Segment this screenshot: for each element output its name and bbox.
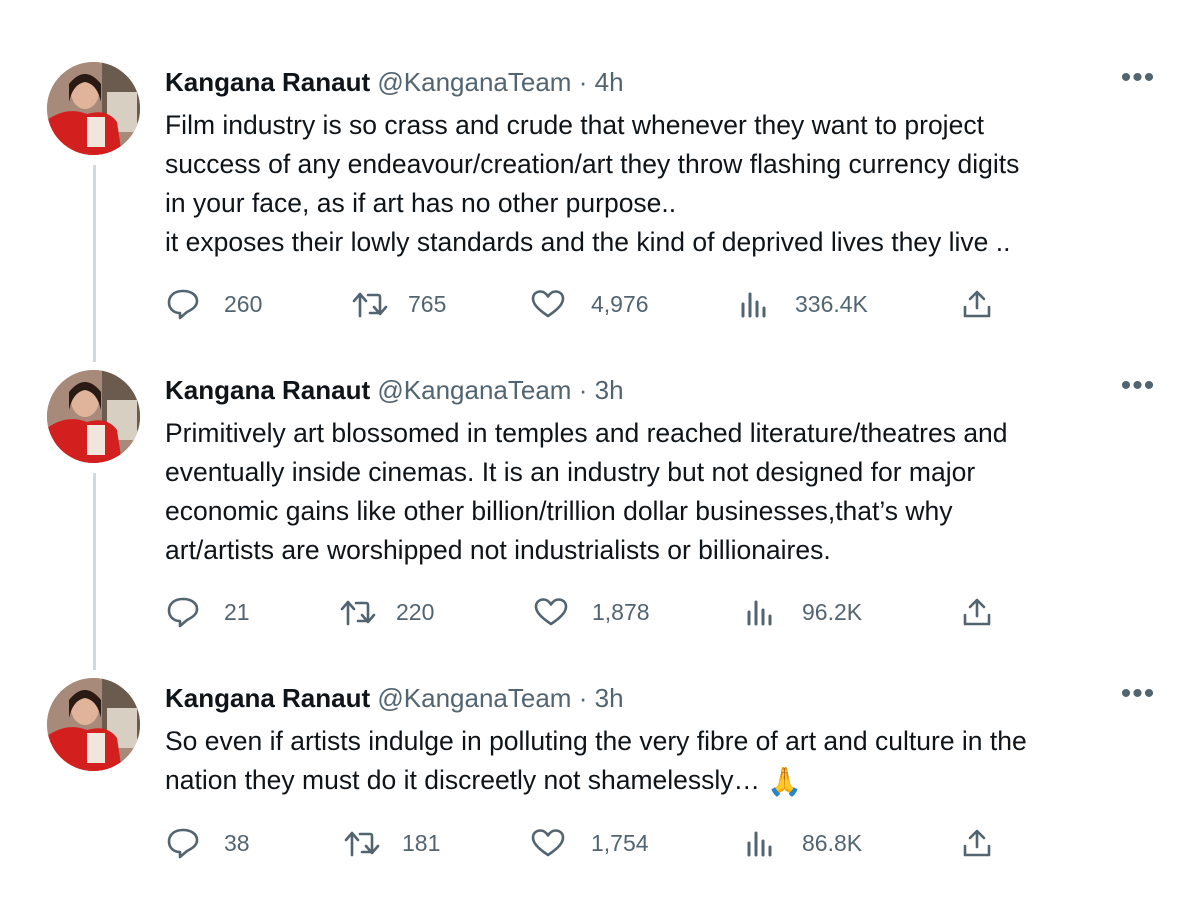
retweet-count: 220 — [396, 598, 435, 625]
retweet-icon — [344, 831, 380, 857]
more-options-icon[interactable]: ••• — [1118, 63, 1158, 94]
tweet-text-line-content: nation they must do it discreetly not sh… — [165, 765, 761, 795]
timestamp[interactable]: 3h — [595, 375, 624, 405]
thread-connector — [93, 165, 96, 362]
reply-count: 21 — [224, 598, 250, 625]
reply-icon — [167, 828, 199, 859]
tweet-text-line: success of any endeavour/creation/art th… — [165, 149, 1020, 179]
tweet-header: Kangana Ranaut @KanganaTeam · 4h — [165, 66, 624, 98]
action-bar: 38 181 1,754 86.8K — [0, 823, 1200, 863]
tweet-text-line: Film industry is so crass and crude that… — [165, 110, 984, 140]
share-icon — [963, 829, 991, 857]
share-button[interactable] — [962, 592, 992, 632]
tweet-text-line: Primitively art blossomed in temples and… — [165, 418, 1008, 448]
avatar-image — [47, 678, 140, 771]
share-button[interactable] — [962, 823, 992, 863]
author-handle[interactable]: @KanganaTeam — [377, 67, 571, 97]
reply-count: 38 — [224, 829, 250, 856]
views-button[interactable]: 336.4K — [740, 284, 868, 324]
tweet-text-line: in your face, as if art has no other pur… — [165, 188, 677, 218]
like-count: 1,754 — [591, 829, 649, 856]
share-icon — [963, 598, 991, 626]
author-handle[interactable]: @KanganaTeam — [377, 375, 571, 405]
share-icon — [963, 290, 991, 318]
avatar[interactable] — [47, 62, 140, 155]
views-bar-chart-icon — [747, 831, 772, 857]
tweet-header: Kangana Ranaut @KanganaTeam · 3h — [165, 374, 624, 406]
heart-icon — [531, 829, 565, 857]
share-button[interactable] — [962, 284, 992, 324]
action-bar: 260 765 4,976 336.4K — [0, 284, 1200, 324]
reply-button[interactable]: 38 — [166, 823, 250, 863]
retweet-icon — [340, 600, 376, 626]
reply-count: 260 — [224, 290, 263, 317]
separator-dot: · — [578, 683, 588, 713]
views-count: 96.2K — [802, 598, 863, 625]
timestamp[interactable]: 3h — [595, 683, 624, 713]
tweet-header: Kangana Ranaut @KanganaTeam · 3h — [165, 682, 624, 714]
reply-button[interactable]: 21 — [166, 592, 250, 632]
tweet-text: So even if artists indulge in polluting … — [165, 722, 1165, 801]
views-bar-chart-icon — [741, 292, 766, 318]
tweet-text-line: nation they must do it discreetly not sh… — [165, 761, 1165, 801]
like-count: 1,878 — [592, 598, 650, 625]
like-count: 4,976 — [591, 290, 649, 317]
author-name[interactable]: Kangana Ranaut — [165, 67, 370, 97]
retweet-count: 765 — [408, 290, 447, 317]
tweet-text-line: it exposes their lowly standards and the… — [165, 227, 1011, 257]
views-count: 86.8K — [802, 829, 863, 856]
views-count: 336.4K — [795, 290, 868, 317]
retweet-button[interactable]: 765 — [352, 284, 446, 324]
reply-button[interactable]: 260 — [166, 284, 262, 324]
retweet-button[interactable]: 220 — [340, 592, 434, 632]
tweet-text: Primitively art blossomed in temples and… — [165, 414, 1165, 570]
avatar[interactable] — [47, 678, 140, 771]
thread-connector — [93, 473, 96, 670]
tweet-text-line: art/artists are worshipped not industria… — [165, 535, 831, 565]
separator-dot: · — [578, 67, 588, 97]
avatar-image — [47, 62, 140, 155]
reply-icon — [167, 289, 199, 320]
folded-hands-emoji: 🙏 — [767, 765, 803, 798]
views-button[interactable]: 86.8K — [746, 823, 862, 863]
author-name[interactable]: Kangana Ranaut — [165, 375, 370, 405]
avatar[interactable] — [47, 370, 140, 463]
tweet-text-line: So even if artists indulge in polluting … — [165, 726, 1027, 756]
retweet-count: 181 — [402, 829, 441, 856]
retweet-icon — [352, 292, 388, 318]
more-options-icon[interactable]: ••• — [1118, 371, 1158, 402]
avatar-image — [47, 370, 140, 463]
like-button[interactable]: 1,754 — [531, 823, 649, 863]
like-button[interactable]: 1,878 — [534, 592, 650, 632]
more-options-icon[interactable]: ••• — [1118, 679, 1158, 710]
views-bar-chart-icon — [747, 600, 772, 626]
action-bar: 21 220 1,878 96.2K — [0, 592, 1200, 632]
heart-icon — [531, 290, 565, 318]
heart-icon — [534, 598, 568, 626]
timestamp[interactable]: 4h — [595, 67, 624, 97]
tweet-text-line: eventually inside cinemas. It is an indu… — [165, 457, 976, 487]
author-name[interactable]: Kangana Ranaut — [165, 683, 370, 713]
retweet-button[interactable]: 181 — [344, 823, 440, 863]
separator-dot: · — [578, 375, 588, 405]
tweet-text: Film industry is so crass and crude that… — [165, 106, 1165, 262]
like-button[interactable]: 4,976 — [531, 284, 649, 324]
author-handle[interactable]: @KanganaTeam — [377, 683, 571, 713]
reply-icon — [167, 597, 199, 628]
views-button[interactable]: 96.2K — [746, 592, 862, 632]
tweet-text-line: economic gains like other billion/trilli… — [165, 496, 953, 526]
